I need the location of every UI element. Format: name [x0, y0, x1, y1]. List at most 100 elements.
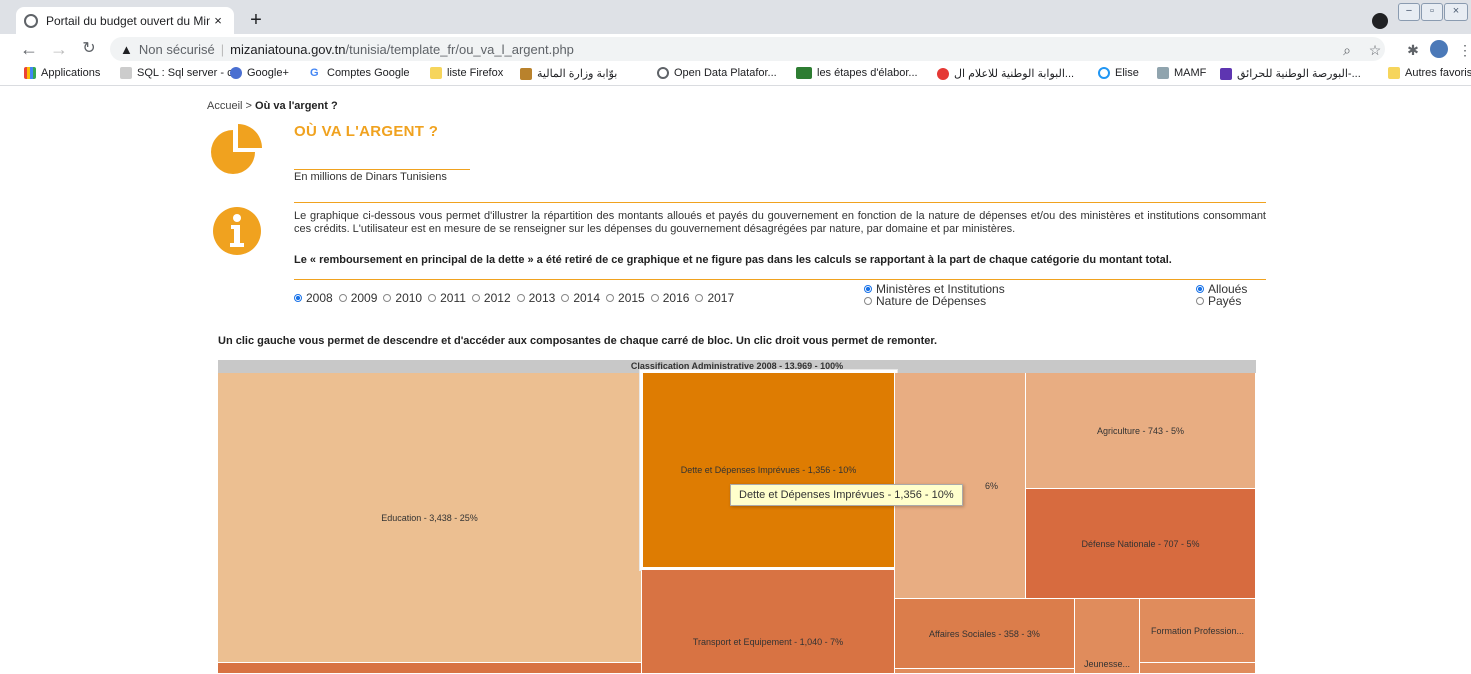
- back-icon[interactable]: ←: [18, 39, 40, 59]
- treemap-cell-small[interactable]: [1140, 663, 1256, 674]
- zoom-icon[interactable]: ⌕: [1338, 42, 1356, 58]
- bookmark-sql[interactable]: SQL : Sql server - c...: [120, 67, 242, 79]
- radio-icon: [383, 294, 392, 302]
- year-radio-2015[interactable]: 2015: [606, 291, 645, 305]
- bookmark-google-plus[interactable]: Google+: [230, 67, 289, 79]
- divider: [294, 202, 1266, 203]
- list-icon: [1220, 67, 1232, 80]
- browser-tab-strip: Portail du budget ouvert du Mini × + − ▫…: [0, 0, 1471, 34]
- bookmark-other[interactable]: Autres favoris: [1388, 67, 1471, 79]
- treemap-cell-agriculture[interactable]: Agriculture - 743 - 5%: [1026, 373, 1256, 489]
- page-icon: [120, 67, 132, 79]
- news-icon: [937, 67, 949, 80]
- bookmark-finance-portal[interactable]: بوّابة وزارة المالية: [520, 67, 617, 80]
- bookmark-label: liste Firefox: [447, 67, 504, 79]
- treemap-cell-small[interactable]: [895, 669, 1075, 674]
- star-icon[interactable]: ☆: [1366, 42, 1384, 58]
- year-label: 2017: [707, 291, 735, 305]
- folder-icon: [1388, 67, 1400, 79]
- amount-type-selector: Alloués Payés: [1196, 283, 1247, 307]
- bookmark-news-portal[interactable]: البوابة الوطنية للاعلام ال...: [937, 67, 1074, 80]
- new-tab-button[interactable]: +: [245, 10, 267, 32]
- year-radio-2017[interactable]: 2017: [695, 291, 734, 305]
- profile-icon[interactable]: [1372, 13, 1388, 29]
- treemap-cell-transport[interactable]: Transport et Equipement - 1,040 - 7%: [642, 570, 895, 674]
- radio-icon: [471, 294, 480, 302]
- year-radio-2016[interactable]: 2016: [650, 291, 690, 305]
- treemap-cell-jeunesse[interactable]: Jeunesse...: [1075, 599, 1140, 674]
- minimize-icon[interactable]: −: [1398, 3, 1420, 21]
- debt-note: Le « remboursement en principal de la de…: [294, 254, 1172, 266]
- radio-icon: [650, 294, 659, 302]
- bookmark-label: SQL : Sql server - c...: [137, 67, 242, 79]
- url-domain: mizaniatouna.gov.tn: [230, 41, 346, 57]
- close-window-icon[interactable]: ×: [1444, 3, 1468, 21]
- year-radio-2010[interactable]: 2010: [383, 291, 422, 305]
- year-label: 2016: [662, 291, 690, 305]
- url-path: /tunisia/template_fr/ou_va_l_argent.php: [345, 41, 574, 57]
- year-radio-2012[interactable]: 2012: [471, 291, 511, 305]
- year-radio-2011[interactable]: 2011: [428, 291, 466, 305]
- year-radio-2009[interactable]: 2009: [338, 291, 377, 305]
- option-payes[interactable]: Payés: [1196, 295, 1247, 307]
- cell-label: Formation Profession...: [1150, 625, 1245, 636]
- year-radio-2013[interactable]: 2013: [516, 291, 556, 305]
- bookmark-mamf[interactable]: MAMF: [1157, 67, 1206, 79]
- tab-close-button[interactable]: ×: [210, 13, 226, 28]
- address-bar[interactable]: ▲ Non sécurisé | mizaniatouna.gov.tn /tu…: [110, 37, 1385, 61]
- bookmark-firefox-list[interactable]: liste Firefox: [430, 67, 503, 79]
- info-icon: [213, 207, 261, 255]
- browser-toolbar: ← → ↻ ▲ Non sécurisé | mizaniatouna.gov.…: [0, 34, 1471, 64]
- security-label: Non sécurisé: [138, 41, 215, 57]
- treemap-cell-affaires-sociales[interactable]: Affaires Sociales - 358 - 3%: [895, 599, 1075, 669]
- forward-icon[interactable]: →: [48, 39, 70, 59]
- avatar[interactable]: [1430, 40, 1448, 58]
- folder-icon: [430, 67, 442, 79]
- treemap-cell-bottom-strip[interactable]: [218, 663, 642, 674]
- option-label: Payés: [1208, 294, 1242, 308]
- divider: [294, 279, 1266, 280]
- bookmark-label: بوّابة وزارة المالية: [537, 68, 618, 80]
- extensions-icon[interactable]: ✱: [1404, 42, 1422, 58]
- option-label: Nature de Dépenses: [876, 294, 987, 308]
- cell-label: Education - 3,438 - 25%: [381, 512, 478, 523]
- browser-tab[interactable]: Portail du budget ouvert du Mini ×: [16, 7, 234, 34]
- restore-icon[interactable]: ▫: [1421, 3, 1443, 21]
- breadcrumb-home-link[interactable]: Accueil: [207, 100, 242, 112]
- radio-icon: [1196, 297, 1204, 305]
- breadcrumb: Accueil > Où va l'argent ?: [207, 100, 338, 112]
- year-label: 2011: [440, 291, 466, 305]
- year-radio-2008[interactable]: 2008: [294, 291, 333, 305]
- treemap-cell-defense[interactable]: Défense Nationale - 707 - 5%: [1026, 489, 1256, 599]
- pie-chart-icon: [211, 124, 262, 174]
- bookmark-budget-steps[interactable]: les étapes d'élabor...: [796, 67, 918, 79]
- radio-icon: [561, 294, 570, 302]
- bookmark-label: Comptes Google: [327, 67, 410, 79]
- treemap-cell-dette[interactable]: Dette et Dépenses Imprévues - 1,356 - 10…: [640, 370, 897, 570]
- cell-label: Agriculture - 743 - 5%: [1096, 425, 1185, 436]
- reload-icon[interactable]: ↻: [78, 39, 100, 59]
- warning-icon: ▲: [120, 41, 133, 57]
- bookmark-label: Google+: [247, 67, 289, 79]
- bookmarks-bar: Applications SQL : Sql server - c... Goo…: [0, 64, 1471, 86]
- treemap-cell-education[interactable]: Education - 3,438 - 25%: [218, 373, 642, 663]
- radio-icon: [695, 294, 704, 302]
- year-radio-2014[interactable]: 2014: [561, 291, 600, 305]
- year-label: 2014: [573, 291, 601, 305]
- bookmark-google-accounts[interactable]: G Comptes Google: [310, 67, 410, 79]
- option-nature[interactable]: Nature de Dépenses: [864, 295, 1005, 307]
- year-label: 2013: [528, 291, 556, 305]
- bookmark-applications[interactable]: Applications: [24, 67, 100, 79]
- treemap-cell-formation[interactable]: Formation Profession...: [1140, 599, 1256, 663]
- vp-icon: [796, 67, 812, 79]
- bookmark-stock-exchange[interactable]: البورصة الوطنية للحرائق-...: [1220, 67, 1361, 80]
- menu-icon[interactable]: ⋮: [1456, 42, 1471, 58]
- bookmark-label: Applications: [41, 67, 101, 79]
- radio-selected-icon: [864, 285, 872, 293]
- treemap-tooltip: Dette et Dépenses Imprévues - 1,356 - 10…: [730, 484, 963, 506]
- google-icon: G: [310, 67, 319, 79]
- google-plus-icon: [230, 67, 242, 79]
- bookmark-open-data[interactable]: Open Data Platafor...: [657, 67, 777, 79]
- radio-selected-icon: [1196, 285, 1204, 293]
- bookmark-elise[interactable]: Elise: [1098, 67, 1139, 79]
